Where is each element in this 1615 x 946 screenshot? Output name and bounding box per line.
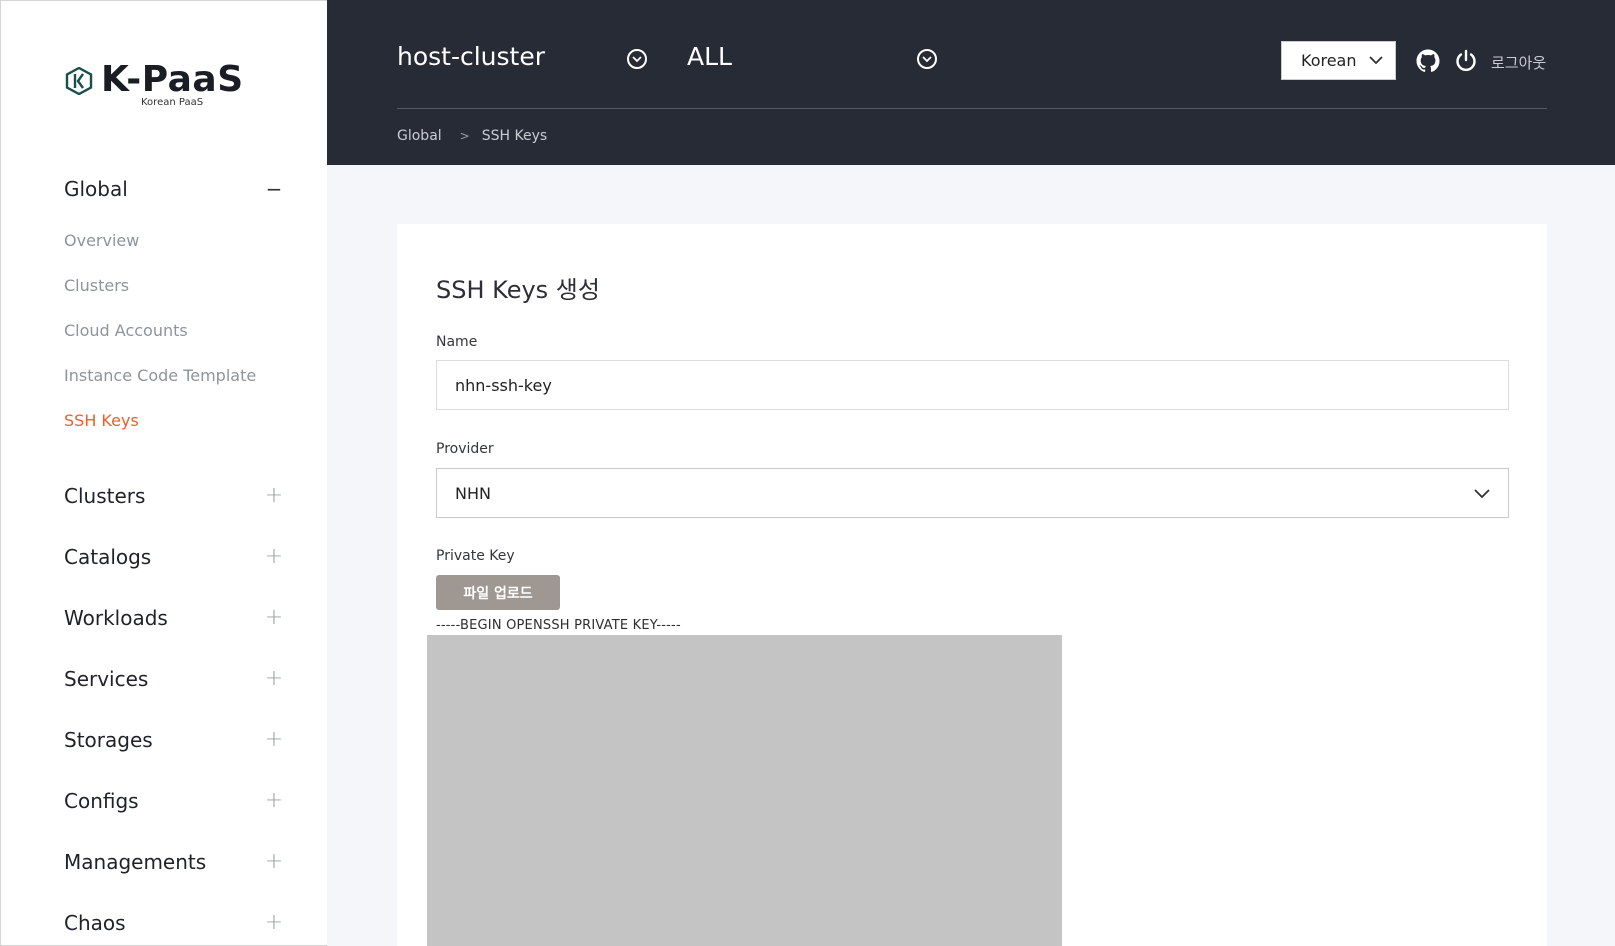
breadcrumb-ssh-keys: SSH Keys <box>481 128 548 144</box>
header-divider <box>397 108 1547 109</box>
nav-group-label: Chaos <box>64 910 126 935</box>
logout-link[interactable]: 로그아웃 <box>1491 52 1546 73</box>
private-key-content[interactable] <box>427 635 1062 946</box>
cluster-dropdown-icon[interactable] <box>627 49 647 69</box>
nav-group-catalogs[interactable]: Catalogs + <box>64 544 284 569</box>
cluster-selector[interactable]: host-cluster <box>397 42 545 71</box>
nav-global-header[interactable]: Global − <box>64 177 284 201</box>
expand-icon[interactable]: + <box>264 483 284 508</box>
nav-section-global: Global − Overview Clusters Cloud Account… <box>64 177 284 456</box>
sidebar-item-instance-code-template[interactable]: Instance Code Template <box>64 366 284 411</box>
name-label: Name <box>436 334 478 350</box>
brand-name: K-PaaS <box>101 59 244 100</box>
expand-icon[interactable]: + <box>264 788 284 813</box>
expand-icon[interactable]: + <box>264 910 284 935</box>
top-header: host-cluster ALL Korean 로그아웃 Global > SS… <box>327 0 1615 165</box>
expand-icon[interactable]: + <box>264 727 284 752</box>
nav-group-clusters[interactable]: Clusters + <box>64 483 284 508</box>
name-field[interactable]: nhn-ssh-key <box>436 360 1509 410</box>
namespace-selector[interactable]: ALL <box>687 42 732 71</box>
nav-group-chaos[interactable]: Chaos + <box>64 910 284 935</box>
private-key-header: -----BEGIN OPENSSH PRIVATE KEY----- <box>436 618 681 633</box>
language-select[interactable]: Korean <box>1281 41 1396 80</box>
language-value: Korean <box>1301 51 1357 70</box>
brand-logo[interactable]: K-PaaS Korean PaaS <box>65 59 244 108</box>
sidebar-item-cloud-accounts[interactable]: Cloud Accounts <box>64 321 284 366</box>
expand-icon[interactable]: + <box>264 849 284 874</box>
kpaas-logo-icon <box>65 67 93 95</box>
expand-icon[interactable]: + <box>264 666 284 691</box>
namespace-dropdown-icon[interactable] <box>917 49 937 69</box>
provider-value: NHN <box>455 483 491 503</box>
nav-group-label: Configs <box>64 788 139 813</box>
nav-group-configs[interactable]: Configs + <box>64 788 284 813</box>
expand-icon[interactable]: + <box>264 605 284 630</box>
collapse-icon[interactable]: − <box>264 177 284 201</box>
nav-group-label: Catalogs <box>64 544 152 569</box>
chevron-down-icon <box>1369 56 1383 65</box>
provider-select[interactable]: NHN <box>436 468 1509 518</box>
nav-group-managements[interactable]: Managements + <box>64 849 284 874</box>
power-icon[interactable] <box>1454 49 1478 73</box>
sidebar-item-ssh-keys[interactable]: SSH Keys <box>64 411 284 456</box>
sidebar-item-overview[interactable]: Overview <box>64 231 284 276</box>
nav-global-label: Global <box>64 177 128 201</box>
provider-label: Provider <box>436 441 494 457</box>
page-title: SSH Keys 생성 <box>436 276 600 304</box>
sidebar-item-clusters[interactable]: Clusters <box>64 276 284 321</box>
nav-group-storages[interactable]: Storages + <box>64 727 284 752</box>
nav-group-label: Workloads <box>64 605 168 630</box>
brand-subtitle: Korean PaaS <box>141 97 204 108</box>
global-submenu: Overview Clusters Cloud Accounts Instanc… <box>64 231 284 456</box>
breadcrumb-global[interactable]: Global <box>397 128 442 144</box>
breadcrumb-separator-icon: > <box>459 129 470 143</box>
nav-group-workloads[interactable]: Workloads + <box>64 605 284 630</box>
nav-group-label: Services <box>64 666 149 691</box>
nav-group-services[interactable]: Services + <box>64 666 284 691</box>
private-key-label: Private Key <box>436 548 515 564</box>
sidebar: K-PaaS Korean PaaS Global − Overview Clu… <box>0 0 327 946</box>
chevron-down-icon <box>1474 489 1490 498</box>
expand-icon[interactable]: + <box>264 544 284 569</box>
nav-group-label: Storages <box>64 727 153 752</box>
github-icon[interactable] <box>1416 49 1440 73</box>
nav-group-label: Managements <box>64 849 207 874</box>
ssh-key-create-card: SSH Keys 생성 Name nhn-ssh-key Provider NH… <box>397 224 1547 946</box>
file-upload-button[interactable]: 파일 업로드 <box>436 575 560 610</box>
nav-group-label: Clusters <box>64 483 146 508</box>
breadcrumb: Global > SSH Keys <box>397 128 547 144</box>
